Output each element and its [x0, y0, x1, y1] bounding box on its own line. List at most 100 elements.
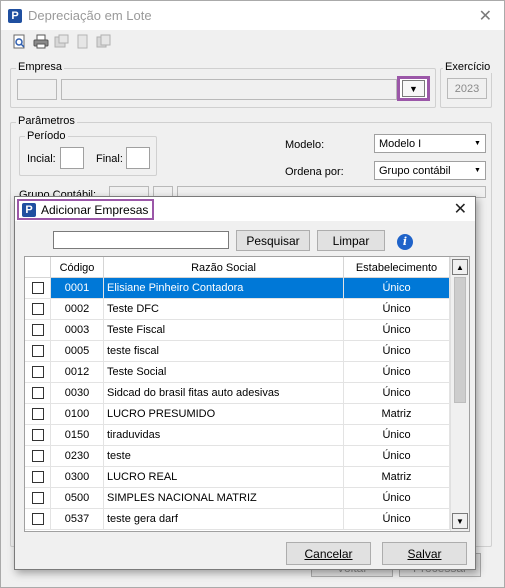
table-row[interactable]: 0500 SIMPLES NACIONAL MATRIZ Único [25, 488, 450, 509]
table-row[interactable]: 0030 Sidcad do brasil fitas auto adesivas… [25, 383, 450, 404]
ordena-select[interactable]: Grupo contábil ▼ [374, 161, 486, 180]
table-row[interactable]: 0005 teste fiscal Único [25, 341, 450, 362]
row-name: teste gera darf [104, 509, 344, 529]
empresa-name-field[interactable] [61, 79, 397, 100]
main-toolbar [11, 33, 112, 51]
scroll-up-icon[interactable]: ▲ [452, 259, 468, 275]
row-name: Elisiane Pinheiro Contadora [104, 278, 344, 298]
inicial-label: Incial: [27, 153, 56, 165]
column-header-name[interactable]: Razão Social [104, 257, 344, 278]
row-checkbox[interactable] [31, 387, 44, 399]
row-code: 0002 [51, 299, 104, 319]
column-header-establishment[interactable]: Estabelecimento [344, 257, 450, 278]
row-name: Teste Fiscal [104, 320, 344, 340]
dialog-title: Adicionar Empresas [41, 202, 149, 217]
row-name: teste [104, 446, 344, 466]
cancelar-label: Cancelar [304, 546, 353, 561]
row-code: 0300 [51, 467, 104, 487]
cancelar-button[interactable]: Cancelar [286, 542, 371, 565]
vertical-scrollbar[interactable]: ▲ ▼ [450, 257, 469, 531]
final-label: Final: [96, 153, 123, 165]
ordena-label: Ordena por: [285, 166, 344, 178]
row-checkbox[interactable] [31, 492, 44, 504]
empresa-label: Empresa [16, 61, 65, 73]
close-icon[interactable]: ✕ [454, 199, 467, 219]
row-code: 0150 [51, 425, 104, 445]
row-checkbox-cell [25, 341, 51, 361]
final-field[interactable] [126, 147, 150, 169]
row-establishment: Único [344, 509, 450, 529]
chevron-down-icon: ▼ [402, 80, 425, 97]
scroll-down-icon[interactable]: ▼ [452, 513, 468, 529]
row-establishment: Único [344, 383, 450, 403]
row-establishment: Único [344, 425, 450, 445]
pesquisar-button[interactable]: Pesquisar [236, 230, 310, 251]
table-row[interactable]: 0001 Elisiane Pinheiro Contadora Único [25, 278, 450, 299]
table-row[interactable]: 0300 LUCRO REAL Matriz [25, 467, 450, 488]
row-checkbox-cell [25, 467, 51, 487]
search-input[interactable] [53, 231, 229, 249]
row-checkbox-cell [25, 488, 51, 508]
salvar-button[interactable]: Salvar [382, 542, 467, 565]
close-icon[interactable]: ✕ [479, 6, 492, 26]
inicial-field[interactable] [60, 147, 84, 169]
preview-icon[interactable] [11, 33, 28, 49]
ordena-value: Grupo contábil [379, 165, 451, 177]
row-checkbox[interactable] [31, 303, 44, 315]
main-titlebar: P Depreciação em Lote ✕ [1, 1, 504, 30]
table-row[interactable]: 0230 teste Único [25, 446, 450, 467]
row-checkbox[interactable] [31, 345, 44, 357]
row-name: SIMPLES NACIONAL MATRIZ [104, 488, 344, 508]
table-row[interactable]: 0100 LUCRO PRESUMIDO Matriz [25, 404, 450, 425]
row-establishment: Único [344, 299, 450, 319]
row-checkbox[interactable] [31, 429, 44, 441]
exercicio-field[interactable]: 2023 [447, 78, 487, 99]
row-checkbox-cell [25, 299, 51, 319]
row-name: tiraduvidas [104, 425, 344, 445]
export-icon [53, 33, 70, 49]
row-checkbox-cell [25, 509, 51, 529]
row-checkbox[interactable] [31, 282, 44, 294]
row-establishment: Único [344, 362, 450, 382]
copy-icon [95, 33, 112, 49]
empresa-dropdown-button[interactable]: ▼ [397, 76, 430, 101]
adicionar-empresas-dialog: P Adicionar Empresas ✕ Pesquisar Limpar … [14, 196, 476, 570]
table-body: 0001 Elisiane Pinheiro Contadora Único 0002… [25, 278, 450, 530]
dialog-titlebar: P Adicionar Empresas ✕ [15, 197, 475, 221]
row-checkbox[interactable] [31, 450, 44, 462]
row-establishment: Matriz [344, 467, 450, 487]
row-checkbox[interactable] [31, 513, 44, 525]
row-checkbox[interactable] [31, 324, 44, 336]
row-code: 0012 [51, 362, 104, 382]
limpar-button[interactable]: Limpar [317, 230, 385, 251]
row-checkbox[interactable] [31, 366, 44, 378]
column-header-code[interactable]: Código [51, 257, 104, 278]
app-logo-icon: P [22, 202, 36, 217]
info-icon[interactable]: i [397, 234, 413, 250]
row-checkbox-cell [25, 404, 51, 424]
table-row[interactable]: 0150 tiraduvidas Único [25, 425, 450, 446]
table-row[interactable]: 0012 Teste Social Único [25, 362, 450, 383]
row-code: 0230 [51, 446, 104, 466]
scrollbar-thumb[interactable] [454, 277, 466, 403]
row-code: 0003 [51, 320, 104, 340]
row-name: Teste Social [104, 362, 344, 382]
row-establishment: Único [344, 278, 450, 298]
row-code: 0500 [51, 488, 104, 508]
modelo-select[interactable]: Modelo I ▼ [374, 134, 486, 153]
row-checkbox-cell [25, 446, 51, 466]
exercicio-label: Exercício [443, 61, 493, 73]
row-name: teste fiscal [104, 341, 344, 361]
empresa-code-field[interactable] [17, 79, 57, 100]
table-row[interactable]: 0002 Teste DFC Único [25, 299, 450, 320]
row-checkbox[interactable] [31, 408, 44, 420]
modelo-value: Modelo I [379, 138, 422, 150]
print-icon[interactable] [32, 33, 49, 49]
row-code: 0030 [51, 383, 104, 403]
document-icon [74, 33, 91, 49]
row-checkbox[interactable] [31, 471, 44, 483]
column-header-select [25, 257, 51, 278]
app-logo-icon: P [8, 8, 22, 23]
table-row[interactable]: 0537 teste gera darf Único [25, 509, 450, 530]
table-row[interactable]: 0003 Teste Fiscal Único [25, 320, 450, 341]
